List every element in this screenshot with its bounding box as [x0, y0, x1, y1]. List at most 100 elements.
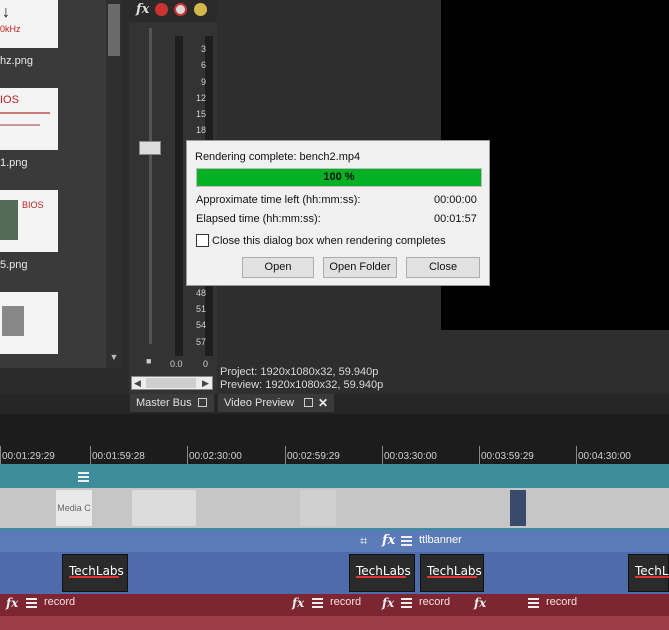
project-media-panel: ↓ 0kHz hz.png IOS 1.png BIOS 5.png	[0, 0, 122, 368]
elapsed-value: 00:01:57	[434, 213, 477, 225]
logo-underline	[635, 576, 669, 578]
media-item-label: 5.png	[0, 259, 28, 271]
fx-icon[interactable]: fx	[382, 596, 394, 610]
media-thumbnail[interactable]: BIOS	[0, 190, 58, 252]
meter-tick: 51	[195, 304, 206, 314]
ruler-tick	[382, 446, 383, 464]
fx-icon[interactable]: fx	[6, 596, 18, 610]
media-item-label: hz.png	[0, 55, 34, 67]
close-icon[interactable]: ✕	[318, 394, 328, 412]
ruler-tick	[90, 446, 91, 464]
meter-tick: 6	[200, 60, 206, 70]
scroll-left-icon[interactable]: ◀	[134, 378, 141, 389]
progress-text: 100 %	[323, 171, 355, 183]
arrow-down-icon: ↓	[2, 4, 10, 21]
ruler-label: 00:01:59:28	[92, 451, 145, 462]
meter-tick: 15	[195, 109, 206, 119]
master-bus-hscroll-thumb[interactable]	[146, 378, 196, 388]
ruler-tick	[479, 446, 480, 464]
meter-tick: 3	[200, 44, 206, 54]
meter-tick: 48	[195, 288, 206, 298]
ruler-label: 00:04:30:00	[578, 451, 631, 462]
title-track[interactable]	[0, 530, 669, 552]
ruler-tick	[576, 446, 577, 464]
tab-video-preview[interactable]: Video Preview ✕	[218, 394, 334, 412]
logo-clip[interactable]: TechLabs	[349, 554, 415, 592]
video-clip[interactable]: Media C	[56, 490, 92, 526]
thumb-image	[0, 200, 18, 240]
media-thumbnail[interactable]: IOS	[0, 88, 58, 150]
tab-label: Master Bus	[136, 397, 192, 409]
ruler-label: 00:02:59:29	[287, 451, 340, 462]
maximize-icon[interactable]	[304, 398, 313, 407]
fader-track	[149, 28, 152, 344]
fx-icon[interactable]: fx	[136, 2, 149, 17]
meter-tick: 54	[195, 320, 206, 330]
clip-menu-icon[interactable]	[78, 472, 89, 482]
master-bus-toolbar: fx	[129, 0, 217, 22]
clip-menu-icon[interactable]	[26, 598, 37, 608]
panel-tab-bar	[0, 394, 669, 414]
logo-clip[interactable]: TechLabs	[62, 554, 128, 592]
video-clip-thumb[interactable]	[300, 490, 336, 526]
lock-icon[interactable]: ■	[146, 356, 151, 366]
meter-tick: 18	[195, 125, 206, 135]
elapsed-label: Elapsed time (hh:mm:ss):	[196, 213, 321, 225]
audio-clip-label[interactable]: record	[546, 596, 577, 608]
audio-waveform	[0, 616, 669, 630]
crop-icon[interactable]: ⌗	[360, 533, 367, 549]
ruler-tick	[285, 446, 286, 464]
fx-icon[interactable]: fx	[292, 596, 304, 610]
fx-icon[interactable]: fx	[474, 596, 486, 610]
media-item-label: 1.png	[0, 157, 28, 169]
close-button[interactable]: Close	[406, 257, 480, 278]
audio-clip-label[interactable]: record	[330, 596, 361, 608]
media-thumbnail[interactable]	[0, 292, 58, 354]
meter-readout-left: 0.0	[170, 359, 183, 369]
clip-menu-icon[interactable]	[312, 598, 323, 608]
thumb-image	[2, 306, 24, 336]
scroll-down-icon[interactable]: ▼	[107, 350, 121, 364]
title-clip-label[interactable]: ttlbanner	[419, 534, 462, 546]
meter-tick: 57	[195, 337, 206, 347]
tab-master-bus[interactable]: Master Bus	[130, 394, 214, 412]
meter-readout-right: 0	[203, 359, 209, 369]
ruler-label: 00:03:59:29	[481, 451, 534, 462]
mute-icon[interactable]	[174, 3, 187, 16]
tab-label: Video Preview	[224, 397, 295, 409]
gear-icon[interactable]	[155, 3, 168, 16]
level-meter-left	[175, 36, 183, 356]
thumb-line	[0, 112, 50, 114]
solo-icon[interactable]	[194, 3, 207, 16]
fx-icon[interactable]: fx	[382, 533, 395, 548]
ruler-tick	[187, 446, 188, 464]
ruler-label: 00:02:30:00	[189, 451, 242, 462]
open-folder-button[interactable]: Open Folder	[323, 257, 397, 278]
logo-clip[interactable]: TechLabs	[420, 554, 484, 592]
close-on-complete-checkbox[interactable]	[196, 234, 209, 247]
ruler-label: 00:03:30:00	[384, 451, 437, 462]
audio-clip-label[interactable]: record	[44, 596, 75, 608]
open-button[interactable]: Open	[242, 257, 314, 278]
video-clip-thumb[interactable]	[510, 490, 526, 526]
preview-properties: Preview: 1920x1080x32, 59.940p	[220, 379, 384, 391]
video-clip-thumb[interactable]	[160, 490, 196, 526]
media-scroll-thumb[interactable]	[108, 4, 120, 56]
clip-menu-icon[interactable]	[401, 536, 412, 546]
logo-underline	[69, 576, 119, 578]
meter-tick: 9	[200, 77, 206, 87]
checkbox-label[interactable]: Close this dialog box when rendering com…	[212, 235, 446, 247]
clip-menu-icon[interactable]	[528, 598, 539, 608]
ruler-tick	[0, 446, 1, 464]
project-properties: Project: 1920x1080x32, 59.940p	[220, 366, 379, 378]
clip-menu-icon[interactable]	[401, 598, 412, 608]
logo-clip[interactable]: TechLabs	[628, 554, 669, 592]
maximize-icon[interactable]	[198, 398, 207, 407]
preview-info: Project: 1920x1080x32, 59.940p Preview: …	[220, 366, 383, 392]
volume-fader[interactable]	[139, 141, 161, 155]
thumb-text: 0kHz	[0, 24, 21, 34]
audio-clip-label[interactable]: record	[419, 596, 450, 608]
scroll-right-icon[interactable]: ▶	[202, 378, 209, 389]
dialog-title: Rendering complete: bench2.mp4	[195, 151, 361, 163]
media-thumbnail[interactable]: ↓ 0kHz	[0, 0, 58, 48]
